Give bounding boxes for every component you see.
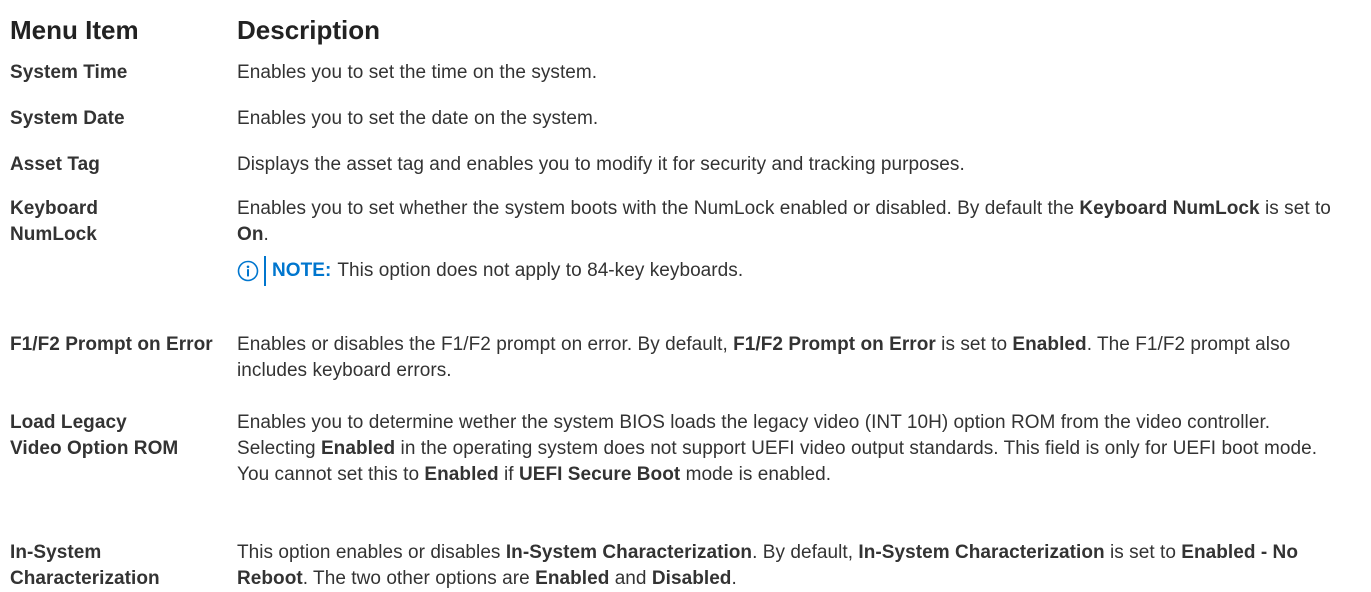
menu-item-description: Enables you to set the time on the syste… [237,62,598,83]
menu-item-description: Displays the asset tag and enables you t… [237,154,965,175]
table-row: System Date Enables you to set the date … [10,106,1365,152]
note-text: This option does not apply to 84-key key… [337,260,744,281]
menu-item-label: F1/F2 Prompt on Error [10,334,213,355]
note-callout: NOTE: This option does not apply to 84-k… [237,256,1365,286]
table-row: In-System Characterization This option e… [10,540,1365,592]
note-label: NOTE: [272,260,332,281]
table-row: Keyboard NumLock Enables you to set whet… [10,196,1365,332]
menu-item-label: System Date [10,108,125,129]
menu-item-label: System Time [10,62,128,83]
menu-item-label: Load Legacy Video Option ROM [10,412,179,459]
table-header: Menu Item Description [10,14,1365,60]
note-separator [264,256,266,286]
menu-item-description: This option enables or disables In-Syste… [237,542,1298,589]
menu-item-label: Keyboard NumLock [10,198,99,245]
table-row: Asset Tag Displays the asset tag and ena… [10,152,1365,196]
info-icon [237,260,259,282]
header-description: Description [237,15,381,45]
menu-item-label: In-System Characterization [10,542,160,589]
table-row: Load Legacy Video Option ROM Enables you… [10,410,1365,540]
header-menu-item: Menu Item [10,15,139,45]
menu-item-description: Enables you to set the date on the syste… [237,108,599,129]
menu-item-description: Enables you to set whether the system bo… [237,196,1365,286]
menu-table: Menu Item Description System Time Enable… [10,14,1365,592]
menu-item-description: Enables you to determine wether the syst… [237,412,1318,485]
menu-item-label: Asset Tag [10,154,100,175]
table-row: F1/F2 Prompt on Error Enables or disable… [10,332,1365,410]
table-row: System Time Enables you to set the time … [10,60,1365,106]
menu-item-description: Enables or disables the F1/F2 prompt on … [237,334,1291,381]
